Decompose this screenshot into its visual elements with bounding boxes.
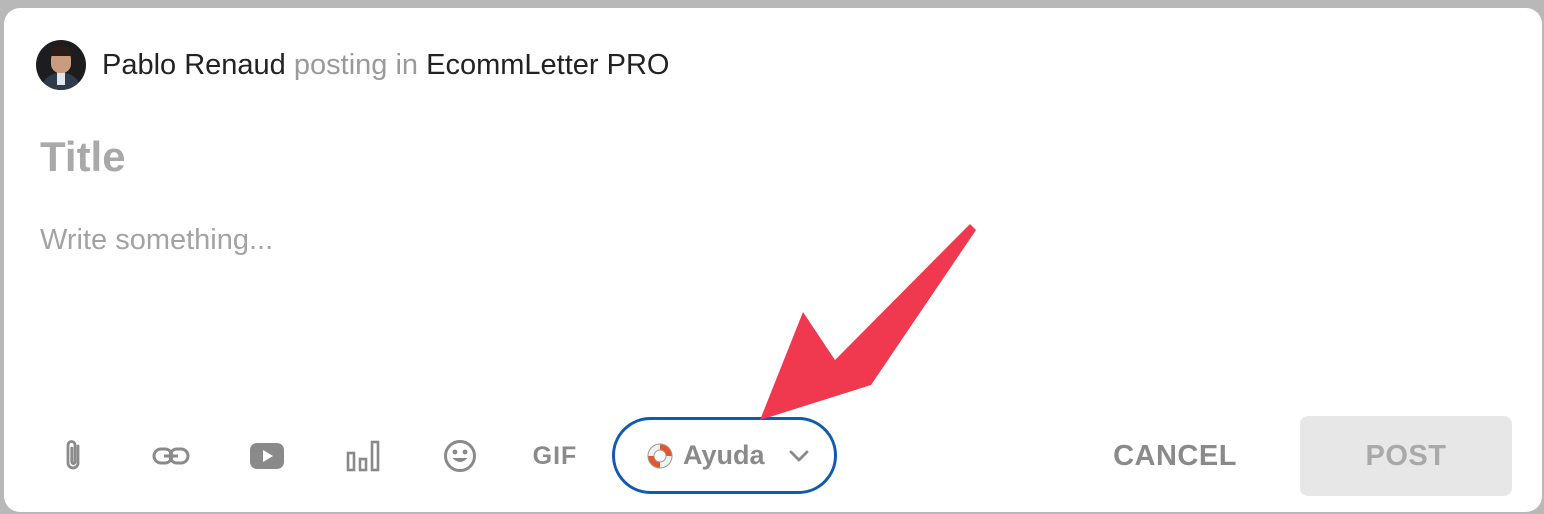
author-name: Pablo Renaud	[102, 49, 286, 81]
avatar	[36, 40, 86, 90]
poll-chart-icon[interactable]	[339, 432, 387, 480]
link-icon[interactable]	[147, 432, 195, 480]
group-name: EcommLetter PRO	[426, 49, 670, 81]
emoji-icon[interactable]	[436, 432, 484, 480]
gif-button[interactable]: GIF	[528, 438, 582, 474]
composer-header: Pablo Renaud posting in EcommLetter PRO	[36, 40, 669, 90]
paperclip-icon[interactable]	[50, 432, 98, 480]
youtube-icon[interactable]	[243, 432, 291, 480]
title-input[interactable]: Title	[40, 132, 126, 182]
header-text: Pablo Renaud posting in EcommLetter PRO	[102, 48, 669, 82]
posting-in-text: posting in	[293, 49, 419, 81]
category-selector[interactable]: Ayuda	[612, 417, 837, 494]
chevron-down-icon	[789, 450, 809, 462]
cancel-button[interactable]: CANCEL	[1098, 432, 1252, 480]
category-label: Ayuda	[683, 440, 765, 470]
post-button[interactable]: POST	[1300, 416, 1512, 496]
body-textarea[interactable]: Write something...	[40, 222, 273, 258]
lifebuoy-icon	[645, 441, 675, 471]
